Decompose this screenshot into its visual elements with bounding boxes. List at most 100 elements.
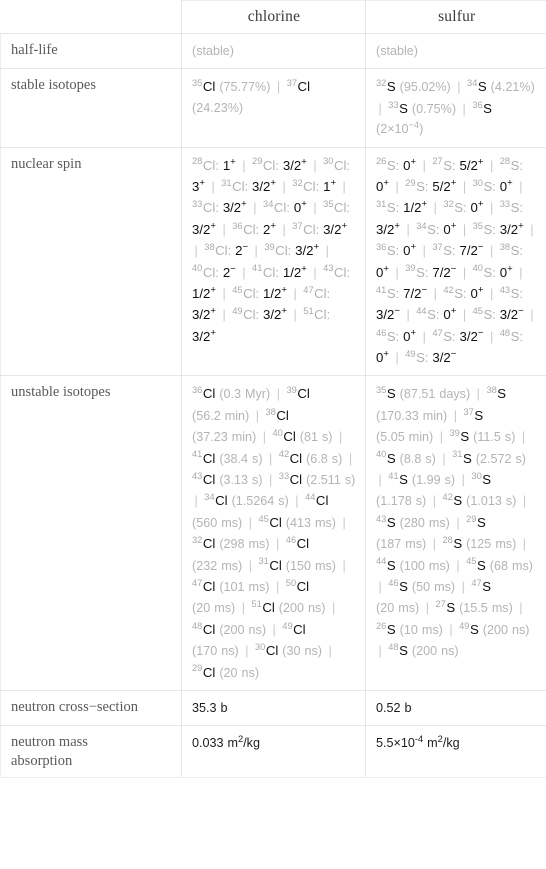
isotope-entry: 33S [388,100,408,116]
isotope-note: (95.02%) [399,80,451,95]
isotope-mass-number: 26 [376,156,387,167]
spin-value: 1/2+ [192,284,216,301]
isotope-separator: | [489,329,494,344]
spin-colon: : [215,201,219,216]
nuclear-spin-entry: 40S [473,264,493,280]
nuclear-spin-entry: 45Cl [232,285,255,301]
isotope-mass-number: 32 [192,535,203,546]
spin-value: 3/2+ [192,220,216,237]
isotope-note: (8.8 s) [399,451,436,466]
isotope-separator: | [521,430,526,445]
spin-colon: : [215,158,219,173]
isotope-note: (200 ns) [219,622,267,637]
isotope-mass-number: 35 [472,220,483,231]
isotope-entry: 41S [388,471,408,487]
isotope-separator: | [456,558,460,573]
element-symbol: S [399,100,408,116]
nuclear-spin-entry: 43Cl [323,264,346,280]
element-symbol: S [482,578,492,594]
spin-colon: : [315,179,320,194]
isotope-note: (68 ms) [489,558,533,573]
isotope-entry: 45Cl [258,514,281,530]
isotope-entry: 38S [486,385,507,402]
spin-colon: : [287,244,292,259]
isotope-note: (20 ms) [376,601,420,616]
isotope-note: (20 ms) [192,601,236,616]
value-cell-cross-section-sulfur: 0.52 b [365,689,546,727]
isotope-mass-number: 38 [499,241,511,252]
element-symbol: Cl [202,157,216,173]
isotope-mass-number: 31 [452,449,463,460]
isotope-mass-number: 38 [486,385,497,396]
spin-parity-sign: + [210,327,216,339]
isotope-separator: | [328,644,332,659]
isotope-mass-number: 30 [323,156,334,167]
nuclear-spin-entry: 42S [443,285,464,301]
isotope-mass-number: 43 [499,284,511,295]
spin-colon: : [315,222,320,237]
element-symbol: Cl [275,243,288,259]
spin-value: 0+ [293,198,307,216]
spin-parity-sign: − [421,284,428,296]
spin-colon: : [395,201,400,216]
nuclear-spin-entry: 44S [416,306,436,323]
isotope-note: (1.99 s) [411,473,456,488]
isotope-separator: | [406,308,410,323]
isotope-separator: | [395,179,399,194]
element-symbol: S [454,285,464,301]
isotope-entry: 45S [466,557,486,573]
spin-parity-sign: + [410,241,417,253]
isotope-entry: 42S [442,493,462,509]
isotope-note: (125 ms) [466,537,517,552]
spin-value: 5/2+ [432,177,457,194]
isotope-separator: | [442,451,446,466]
isotope-mass-number: 48 [499,327,511,338]
isotope-note: (30 ns) [282,644,322,659]
isotope-entry: 36Cl [192,386,215,402]
element-symbol: S [497,386,507,402]
value-cell-unstable-sulfur: 35S (87.51 days) | 38S (170.33 min) | 37… [365,375,546,691]
spin-colon: : [424,351,429,366]
isotope-mass-number: 46 [285,535,297,546]
element-symbol: S [386,79,396,95]
isotope-entry: 37S [463,407,483,423]
isotope-note: (24.23%) [192,100,244,115]
spin-parity-sign: − [518,305,524,317]
spin-colon: : [519,329,523,344]
half-life-sulfur-value: (stable) [376,44,418,58]
row-label-cell: neutron mass absorption [0,725,182,779]
element-symbol: Cl [314,307,327,323]
isotope-separator: | [194,494,198,509]
element-symbol: Cl [202,621,216,637]
spin-colon: : [346,201,350,216]
isotope-mass-number: 40 [376,449,387,460]
isotope-separator: | [342,558,346,573]
spin-parity-sign: + [410,156,417,168]
spin-value: 1+ [222,156,236,173]
isotope-mass-number: 47 [471,577,482,588]
nuclear-spin-entry: 46S [376,328,396,344]
table-row-half-life: half-life (stable) (stable) [0,32,546,70]
spin-colon: : [452,329,456,344]
nuclear-spin-entry: 32Cl [292,178,315,194]
spin-value: 3/2+ [263,305,287,323]
isotope-mass-number: 49 [282,620,293,631]
row-label-stable-isotopes: stable isotopes [11,77,96,94]
isotope-separator: | [522,537,527,552]
isotope-note: (20 ns) [219,665,260,680]
spin-colon: : [424,265,429,280]
nuclear-spin-entry: 29Cl [252,157,275,173]
spin-value: 0+ [470,284,484,301]
nuclear-spin-entry: 49S [405,349,425,365]
isotope-separator: | [255,408,259,423]
table-row-neutron-cross-section: neutron cross−section 35.3 b 0.52 b [0,689,546,727]
spin-parity-sign: + [383,177,389,189]
row-label-half-life: half-life [11,42,58,58]
isotope-separator: | [439,430,443,445]
isotope-mass-number: 34 [204,492,215,503]
isotope-note: (2.511 s) [306,473,356,488]
column-title-sulfur: sulfur [438,8,476,25]
isotope-mass-number: 44 [416,306,427,317]
element-symbol: S [427,307,436,323]
isotope-mass-number: 34 [416,220,427,231]
